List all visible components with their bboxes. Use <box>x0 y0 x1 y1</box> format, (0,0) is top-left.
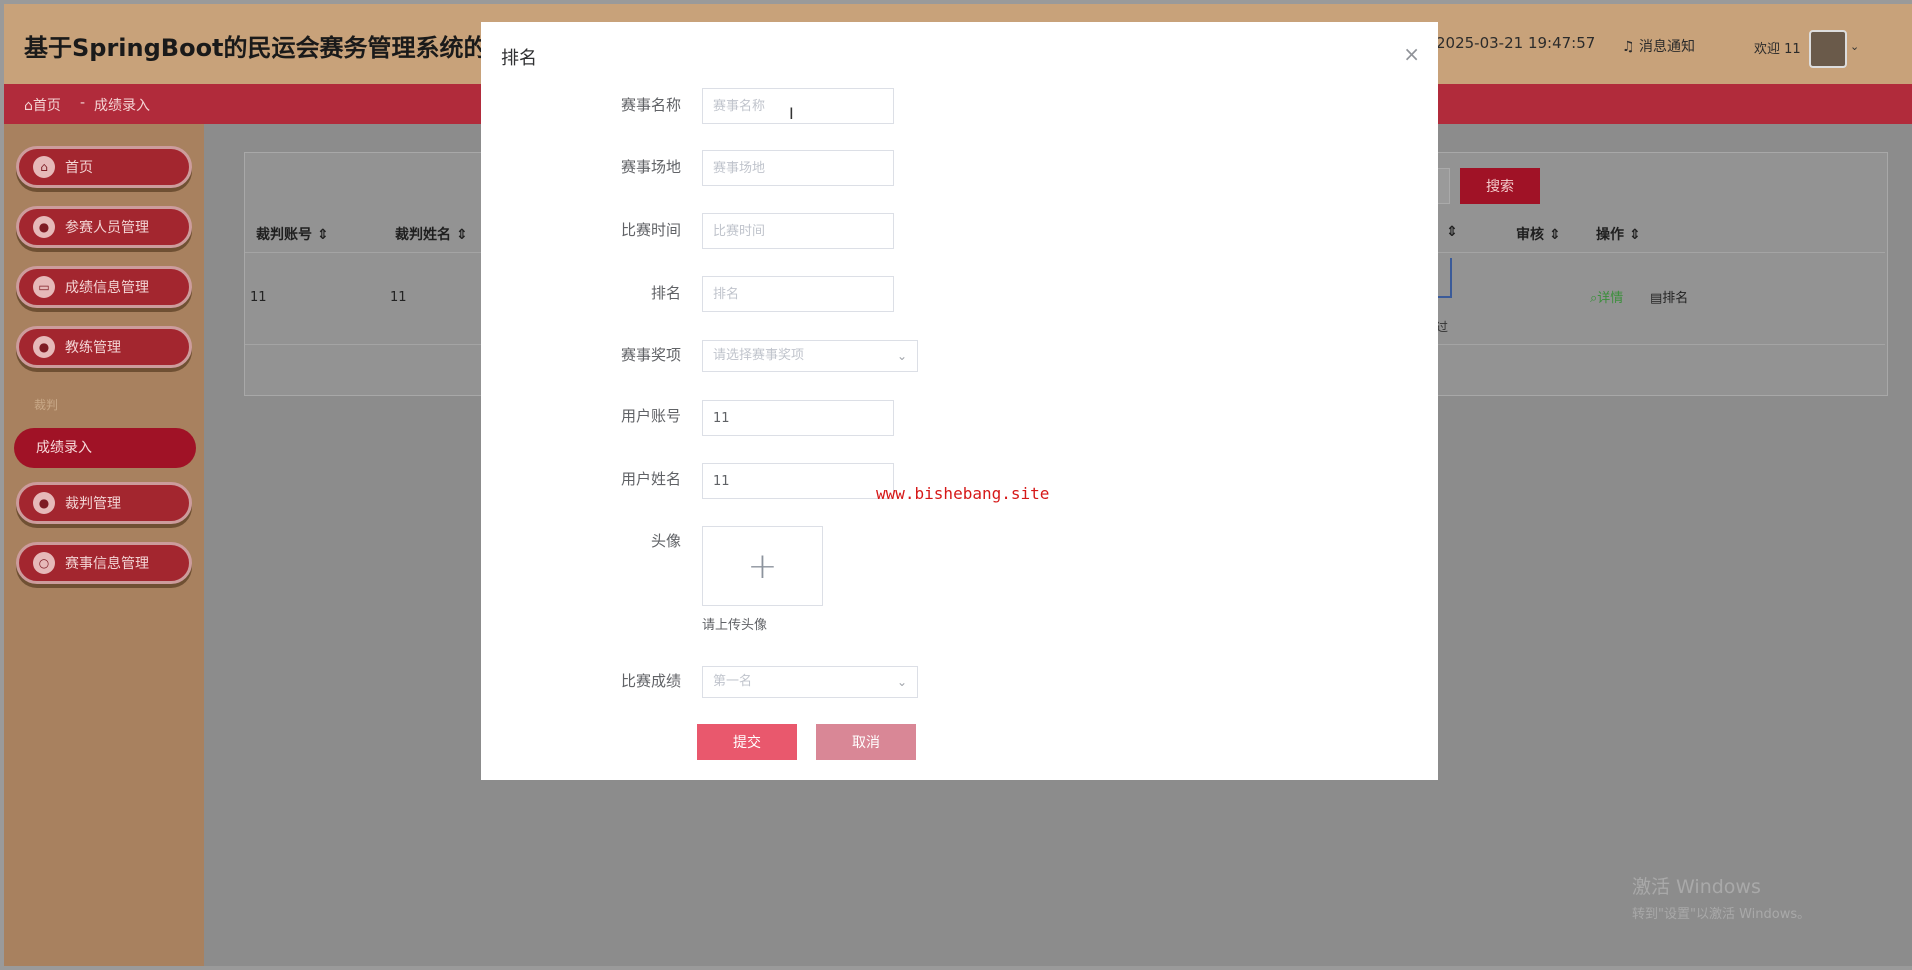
sort-icon[interactable]: ⇕ <box>1549 227 1561 243</box>
user-name-input[interactable] <box>702 463 894 499</box>
dialog-title: 排名 <box>501 48 537 69</box>
bell-icon: ♫ <box>1622 39 1635 55</box>
column-header-label: 操作 <box>1596 227 1624 243</box>
event-name-label: 赛事名称 <box>620 96 681 114</box>
column-header-label: 裁判账号 <box>256 227 312 243</box>
sidebar-item-coaches[interactable]: ● 教练管理 <box>16 326 192 368</box>
sidebar-item-events[interactable]: ○ 赛事信息管理 <box>16 542 192 584</box>
monitor-icon: ▭ <box>33 276 55 298</box>
sort-icon[interactable]: ⇕ <box>1629 227 1641 243</box>
sort-icon[interactable]: ⇕ <box>1446 224 1458 240</box>
award-label: 赛事奖项 <box>620 346 681 364</box>
sidebar-item-scores[interactable]: ▭ 成绩信息管理 <box>16 266 192 308</box>
column-header-label: 裁判姓名 <box>395 227 451 243</box>
home-icon: ⌂ <box>24 98 33 114</box>
sort-icon[interactable]: ⇕ <box>317 227 329 243</box>
breadcrumb-separator: - <box>80 95 86 111</box>
sidebar-item-label: 成绩信息管理 <box>65 280 149 296</box>
welcome-text: 欢迎 11 <box>1754 42 1801 57</box>
app-title: 基于SpringBoot的民运会赛务管理系统的设 <box>24 34 512 62</box>
sidebar-item-referees[interactable]: ● 裁判管理 <box>16 482 192 524</box>
chevron-down-icon: ⌄ <box>896 349 907 363</box>
breadcrumb-home-label: 首页 <box>32 98 61 114</box>
sidebar-item-label: 裁判管理 <box>65 496 121 512</box>
award-select[interactable]: 请选择赛事奖项 ⌄ <box>702 340 918 372</box>
column-header-referee-name[interactable]: 裁判姓名 ⇕ <box>395 224 468 244</box>
sidebar-item-label: 赛事信息管理 <box>65 556 149 572</box>
circle-icon: ○ <box>33 552 55 574</box>
activate-windows-title: 激活 Windows <box>1632 876 1761 898</box>
rank-label: 排名 <box>1662 291 1689 306</box>
sidebar: ⌂ 首页 ● 参赛人员管理 ▭ 成绩信息管理 ● 教练管理 裁判 成绩录入 ● … <box>4 124 204 966</box>
avatar-upload[interactable]: + <box>702 526 823 606</box>
cell-referee-name: 11 <box>390 290 407 305</box>
watermark-text: www.bishebang.site <box>876 484 1050 503</box>
sort-icon[interactable]: ⇕ <box>456 227 468 243</box>
sidebar-item-participants[interactable]: ● 参赛人员管理 <box>16 206 192 248</box>
column-header-label: 审核 <box>1516 227 1544 243</box>
activate-windows-notice: 激活 Windows 转到"设置"以激活 Windows。 <box>1632 872 1810 922</box>
event-name-input[interactable] <box>702 88 894 124</box>
chevron-down-icon: ⌄ <box>896 675 907 689</box>
referee-icon: ● <box>33 492 55 514</box>
sidebar-item-label: 参赛人员管理 <box>65 220 149 236</box>
column-header-referee-account[interactable]: 裁判账号 ⇕ <box>256 224 329 244</box>
search-button[interactable]: 搜索 <box>1460 168 1540 204</box>
detail-link[interactable]: ⌕详情 <box>1590 287 1623 306</box>
event-venue-label: 赛事场地 <box>620 158 681 176</box>
avatar-upload-tip: 请上传头像 <box>702 618 768 633</box>
rank-label: 排名 <box>650 284 681 302</box>
home-icon: ⌂ <box>33 156 55 178</box>
close-icon[interactable]: × <box>1403 42 1420 66</box>
result-select[interactable]: 第一名 ⌄ <box>702 666 918 698</box>
sidebar-item-label: 首页 <box>65 160 93 176</box>
result-select-value: 第一名 <box>713 674 753 689</box>
sidebar-item-label: 教练管理 <box>65 340 121 356</box>
sidebar-item-home[interactable]: ⌂ 首页 <box>16 146 192 188</box>
plus-icon: + <box>747 545 778 587</box>
cancel-button[interactable]: 取消 <box>816 724 916 760</box>
match-time-input[interactable] <box>702 213 894 249</box>
rank-dialog: 排名 × 赛事名称 I 赛事场地 比赛时间 排名 赛事奖项 请选择赛事奖项 ⌄ … <box>481 22 1438 780</box>
person-icon: ● <box>33 336 55 358</box>
text-cursor-icon: I <box>789 104 794 123</box>
sidebar-group-label: 裁判 <box>34 398 59 412</box>
chevron-down-icon[interactable]: ⌄ <box>1850 40 1859 53</box>
document-icon: ▤ <box>1650 291 1663 306</box>
rank-link[interactable]: ▤排名 <box>1650 287 1688 306</box>
sidebar-item-score-entry[interactable]: 成绩录入 <box>14 428 196 468</box>
notification-link[interactable]: ♫ 消息通知 <box>1622 36 1695 56</box>
cell-referee-account: 11 <box>250 290 267 305</box>
notification-label: 消息通知 <box>1639 39 1696 55</box>
header-clock: 2025-03-21 19:47:57 <box>1436 34 1596 52</box>
user-avatar[interactable] <box>1809 30 1847 68</box>
breadcrumb-current: 成绩录入 <box>94 98 150 114</box>
column-header-actions: 操作 ⇕ <box>1596 224 1641 244</box>
result-label: 比赛成绩 <box>620 672 681 690</box>
user-icon: ● <box>33 216 55 238</box>
rank-input[interactable] <box>702 276 894 312</box>
column-header-review[interactable]: 审核 ⇕ <box>1516 224 1561 244</box>
event-venue-input[interactable] <box>702 150 894 186</box>
user-account-input[interactable] <box>702 400 894 436</box>
avatar-label: 头像 <box>650 532 681 550</box>
match-time-label: 比赛时间 <box>620 221 681 239</box>
activate-windows-subtitle: 转到"设置"以激活 Windows。 <box>1632 907 1811 922</box>
user-name-label: 用户姓名 <box>620 470 681 488</box>
breadcrumb-home[interactable]: ⌂首页 <box>24 95 61 115</box>
submit-button[interactable]: 提交 <box>697 724 797 760</box>
detail-label: 详情 <box>1597 291 1624 306</box>
award-select-placeholder: 请选择赛事奖项 <box>713 348 805 363</box>
user-account-label: 用户账号 <box>620 407 681 425</box>
